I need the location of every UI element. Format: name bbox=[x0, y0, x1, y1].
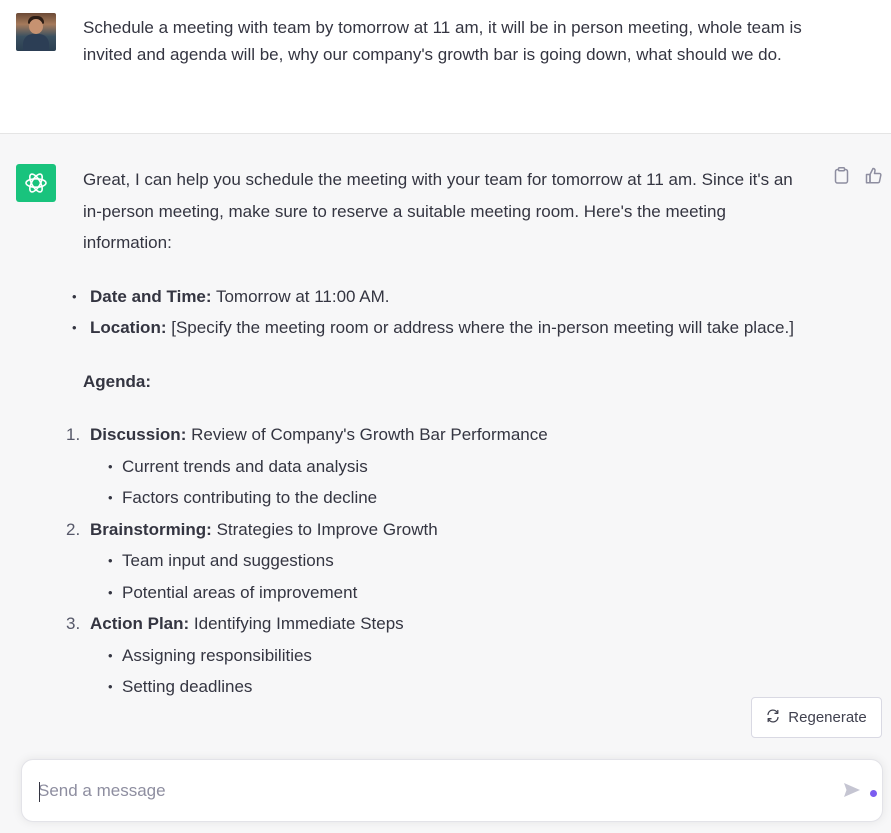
detail-location: Location: [Specify the meeting room or a… bbox=[72, 312, 803, 344]
agenda-subitem: Factors contributing to the decline bbox=[108, 482, 803, 514]
agenda-heading: Agenda: bbox=[83, 371, 151, 391]
agenda-item: 2. Brainstorming: Strategies to Improve … bbox=[66, 514, 803, 609]
openai-logo-icon bbox=[16, 164, 56, 202]
user-message-text: Schedule a meeting with team by tomorrow… bbox=[83, 18, 802, 64]
agenda-subitem: Setting deadlines bbox=[108, 671, 803, 703]
agenda-item: 3. Action Plan: Identifying Immediate St… bbox=[66, 608, 803, 703]
agenda-item: 1. Discussion: Review of Company's Growt… bbox=[66, 419, 803, 514]
message-input[interactable] bbox=[38, 774, 818, 808]
regenerate-button[interactable]: Regenerate bbox=[751, 697, 882, 738]
text-caret bbox=[39, 782, 40, 802]
clipboard-icon[interactable] bbox=[832, 166, 850, 184]
agenda-subitem: Assigning responsibilities bbox=[108, 640, 803, 672]
agenda-list: 1. Discussion: Review of Company's Growt… bbox=[66, 419, 803, 703]
assistant-intro-text: Great, I can help you schedule the meeti… bbox=[83, 170, 793, 252]
thumbs-up-icon[interactable] bbox=[864, 166, 882, 184]
meeting-details-list: Date and Time: Tomorrow at 11:00 AM. Loc… bbox=[72, 281, 803, 344]
status-dot bbox=[870, 790, 877, 797]
agenda-subitem: Potential areas of improvement bbox=[108, 577, 803, 609]
refresh-icon bbox=[766, 708, 780, 727]
detail-date-time: Date and Time: Tomorrow at 11:00 AM. bbox=[72, 281, 803, 313]
user-message-row: Schedule a meeting with team by tomorrow… bbox=[0, 0, 891, 134]
regenerate-label: Regenerate bbox=[788, 709, 867, 726]
assistant-message-content: Great, I can help you schedule the meeti… bbox=[66, 164, 803, 703]
send-icon[interactable] bbox=[842, 780, 864, 802]
message-composer bbox=[21, 759, 883, 822]
user-avatar bbox=[16, 13, 56, 51]
assistant-message-row: Great, I can help you schedule the meeti… bbox=[0, 134, 891, 754]
agenda-subitem: Current trends and data analysis bbox=[108, 451, 803, 483]
agenda-subitem: Team input and suggestions bbox=[108, 545, 803, 577]
